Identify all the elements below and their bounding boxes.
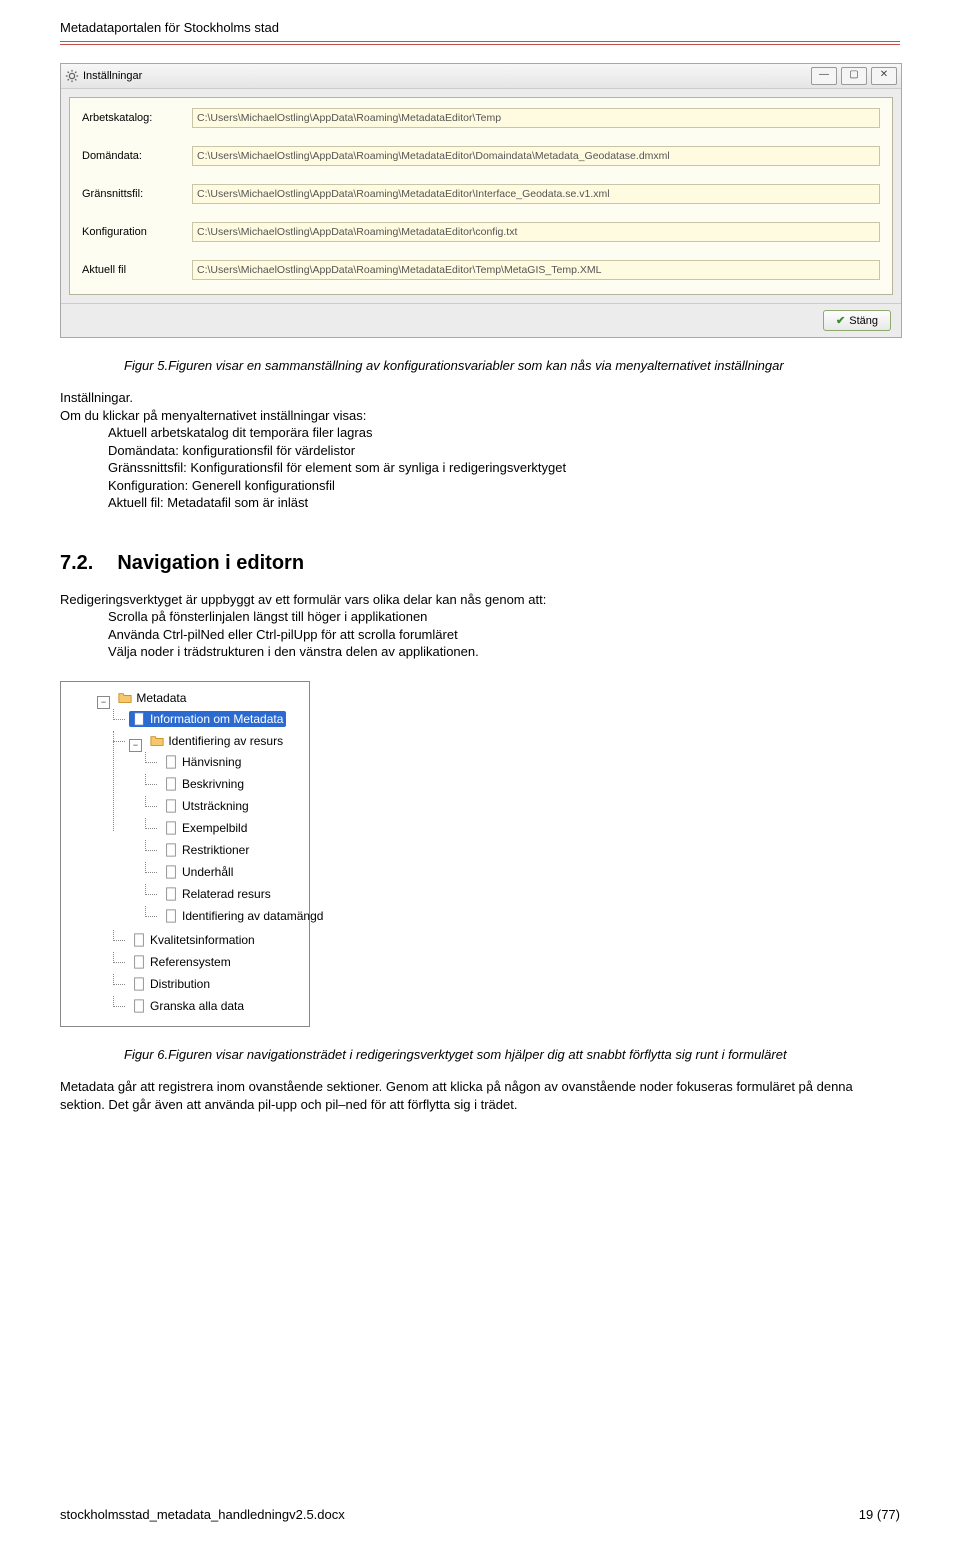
label-konfiguration: Konfiguration [82, 226, 192, 238]
file-icon [164, 865, 178, 879]
tree-node[interactable]: Referensystem [129, 954, 234, 970]
tree-node[interactable]: Underhåll [161, 864, 236, 880]
file-icon [132, 712, 146, 726]
window-title: Inställningar [83, 70, 811, 82]
tree-node[interactable]: Relaterad resurs [161, 886, 274, 902]
tree-node[interactable]: Identifiering av datamängd [161, 908, 326, 924]
input-arbetskatalog[interactable] [192, 108, 880, 128]
tree-node[interactable]: Kvalitetsinformation [129, 932, 258, 948]
tree-node[interactable]: Utsträckning [161, 798, 252, 814]
tree-node-metadata[interactable]: Metadata [115, 690, 189, 706]
section-heading: 7.2. Navigation i editorn [60, 552, 900, 575]
file-icon [164, 909, 178, 923]
navigation-tree: − Metadata Information om Metadata − [60, 681, 310, 1027]
tree-label: Relaterad resurs [182, 887, 271, 901]
close-settings-label: Stäng [849, 315, 878, 327]
tree-label: Hänvisning [182, 755, 241, 769]
check-icon: ✔ [836, 314, 845, 327]
tree-node[interactable]: Beskrivning [161, 776, 247, 792]
tree-label: Restriktioner [182, 843, 249, 857]
tree-node[interactable]: Distribution [129, 976, 213, 992]
installningar-line-2: Domändata: konfigurationsfil för värdeli… [108, 442, 900, 460]
input-aktuell-fil[interactable] [192, 260, 880, 280]
label-aktuell-fil: Aktuell fil [82, 264, 192, 276]
nav-paragraph: Redigeringsverktyget är uppbyggt av ett … [60, 591, 900, 661]
figure5-caption: Figur 5.Figuren visar en sammanställning… [124, 358, 900, 373]
tree-label: Kvalitetsinformation [150, 933, 255, 947]
tree-label: Utsträckning [182, 799, 249, 813]
header-rule [60, 41, 900, 45]
file-icon [132, 933, 146, 947]
titlebar: Inställningar — ▢ ✕ [61, 64, 901, 89]
tree-node-identifiering[interactable]: Identifiering av resurs [147, 733, 286, 749]
tree-label: Identifiering av datamängd [182, 909, 323, 923]
footer-page: 19 (77) [859, 1507, 900, 1522]
file-icon [164, 777, 178, 791]
file-icon [164, 821, 178, 835]
tree-label: Beskrivning [182, 777, 244, 791]
installningar-line-5: Aktuell fil: Metadatafil som är inläst [108, 494, 900, 512]
input-domandata[interactable] [192, 146, 880, 166]
tree-label: Information om Metadata [150, 712, 283, 726]
nav-line-2: Använda Ctrl-pilNed eller Ctrl-pilUpp fö… [108, 626, 900, 644]
tree-node[interactable]: Hänvisning [161, 754, 244, 770]
tree-node-info-metadata[interactable]: Information om Metadata [129, 711, 286, 727]
tree-label: Referensystem [150, 955, 231, 969]
tree-label: Metadata [136, 691, 186, 705]
tree-label: Identifiering av resurs [168, 734, 283, 748]
installningar-section: Inställningar. Om du klickar på menyalte… [60, 389, 900, 512]
input-konfiguration[interactable] [192, 222, 880, 242]
maximize-button[interactable]: ▢ [841, 67, 867, 85]
installningar-line-1: Aktuell arbetskatalog dit temporära file… [108, 424, 900, 442]
tree-node[interactable]: Granska alla data [129, 998, 247, 1014]
close-window-button[interactable]: ✕ [871, 67, 897, 85]
nav-intro: Redigeringsverktyget är uppbyggt av ett … [60, 592, 546, 607]
section-number: 7.2. [60, 552, 93, 575]
file-icon [164, 843, 178, 857]
nav-line-3: Välja noder i trädstrukturen i den vänst… [108, 643, 900, 661]
tree-label: Distribution [150, 977, 210, 991]
closing-paragraph: Metadata går att registrera inom ovanstå… [60, 1078, 900, 1113]
close-settings-button[interactable]: ✔ Stäng [823, 310, 891, 331]
expander-icon[interactable]: − [129, 739, 142, 752]
folder-icon [118, 691, 132, 705]
tree-label: Granska alla data [150, 999, 244, 1013]
label-gransnittsfil: Gränsnittsfil: [82, 188, 192, 200]
file-icon [164, 887, 178, 901]
file-icon [164, 799, 178, 813]
tree-node[interactable]: Restriktioner [161, 842, 252, 858]
file-icon [132, 977, 146, 991]
installningar-line-3: Gränssnittsfil: Konfigurationsfil för el… [108, 459, 900, 477]
input-gransnittsfil[interactable] [192, 184, 880, 204]
tree-label: Exempelbild [182, 821, 247, 835]
installningar-heading: Inställningar. [60, 390, 133, 405]
installningar-line-4: Konfiguration: Generell konfigurationsfi… [108, 477, 900, 495]
file-icon [164, 755, 178, 769]
gear-icon [65, 69, 79, 83]
section-title: Navigation i editorn [117, 552, 304, 575]
expander-icon[interactable]: − [97, 696, 110, 709]
label-domandata: Domändata: [82, 150, 192, 162]
label-arbetskatalog: Arbetskatalog: [82, 112, 192, 124]
tree-node[interactable]: Exempelbild [161, 820, 250, 836]
page-footer: stockholmsstad_metadata_handledningv2.5.… [60, 1507, 900, 1522]
minimize-button[interactable]: — [811, 67, 837, 85]
document-header: Metadataportalen för Stockholms stad [60, 20, 900, 35]
file-icon [132, 999, 146, 1013]
nav-line-1: Scrolla på fönsterlinjalen längst till h… [108, 608, 900, 626]
figure6-caption: Figur 6.Figuren visar navigationsträdet … [124, 1047, 900, 1062]
tree-label: Underhåll [182, 865, 233, 879]
file-icon [132, 955, 146, 969]
settings-window: Inställningar — ▢ ✕ Arbetskatalog: Domän… [60, 63, 902, 338]
footer-filename: stockholmsstad_metadata_handledningv2.5.… [60, 1507, 345, 1522]
folder-icon [150, 734, 164, 748]
settings-panel: Arbetskatalog: Domändata: Gränsnittsfil:… [69, 97, 893, 295]
installningar-intro: Om du klickar på menyalternativet instäl… [60, 408, 366, 423]
